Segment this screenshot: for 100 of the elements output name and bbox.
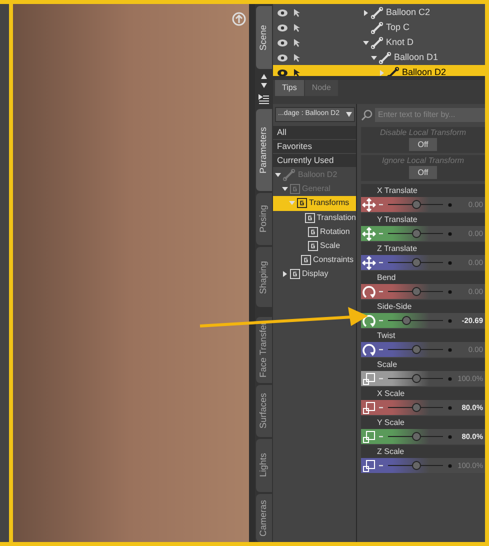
scene-row[interactable]: Balloon D1 bbox=[273, 50, 485, 65]
filter-item[interactable]: Favorites bbox=[273, 140, 356, 154]
slider-thumb[interactable] bbox=[412, 287, 420, 296]
bone-icon bbox=[379, 52, 391, 64]
side-tab[interactable]: Parameters bbox=[256, 108, 272, 192]
plus-icon[interactable] bbox=[448, 260, 452, 264]
minus-icon[interactable] bbox=[379, 436, 383, 438]
eye-icon[interactable] bbox=[277, 24, 288, 32]
arrow-up-icon[interactable] bbox=[232, 12, 246, 26]
plus-icon[interactable] bbox=[448, 434, 452, 438]
plus-icon[interactable] bbox=[448, 348, 452, 352]
group-icon bbox=[308, 226, 318, 237]
property-group-label: Scale bbox=[320, 240, 340, 252]
side-tab[interactable]: Lights bbox=[256, 439, 272, 492]
property-group-label: Rotation bbox=[320, 226, 350, 238]
scene-row[interactable]: Knot D bbox=[273, 35, 485, 50]
scale-icon bbox=[362, 400, 376, 414]
scene-item-label: Knot D bbox=[386, 36, 414, 49]
minus-icon[interactable] bbox=[379, 232, 383, 234]
slider-thumb[interactable] bbox=[412, 345, 420, 354]
side-tab[interactable]: Surfaces bbox=[256, 384, 272, 438]
toggle-button[interactable]: Off bbox=[409, 166, 437, 179]
slider-thumb[interactable] bbox=[412, 461, 420, 470]
side-tab[interactable]: Scene bbox=[256, 6, 272, 69]
scale-icon bbox=[362, 372, 376, 386]
move-icon bbox=[362, 256, 376, 270]
slider-thumb[interactable] bbox=[412, 432, 420, 441]
slider-thumb[interactable] bbox=[412, 229, 420, 238]
slider-label: Scale bbox=[361, 358, 485, 371]
rotate-icon bbox=[362, 284, 376, 298]
bone-icon bbox=[371, 22, 383, 34]
group-icon bbox=[301, 255, 311, 266]
toggle-label: Ignore Local Transform bbox=[380, 155, 466, 166]
scene-item-label: Top C bbox=[386, 20, 410, 34]
group-icon bbox=[290, 184, 300, 194]
plus-icon[interactable] bbox=[448, 406, 452, 410]
minus-icon[interactable] bbox=[379, 378, 383, 380]
scene-item-label: Balloon D1 bbox=[394, 50, 438, 64]
property-group-label: Constraints bbox=[313, 254, 354, 266]
minus-icon[interactable] bbox=[379, 262, 383, 264]
plus-icon[interactable] bbox=[448, 376, 452, 380]
scene-item-label: Balloon D2 bbox=[402, 66, 446, 76]
slider-thumb[interactable] bbox=[402, 316, 412, 325]
group-icon bbox=[290, 269, 300, 280]
minus-icon[interactable] bbox=[379, 406, 383, 408]
minus-icon[interactable] bbox=[379, 290, 383, 292]
caret-icon[interactable] bbox=[371, 54, 377, 60]
minus-icon[interactable] bbox=[379, 320, 383, 322]
property-group-label: Display bbox=[302, 268, 328, 280]
bone-icon bbox=[371, 36, 383, 48]
search-icon bbox=[361, 108, 373, 120]
plus-icon[interactable] bbox=[448, 318, 452, 322]
plus-icon[interactable] bbox=[448, 290, 452, 294]
side-tab[interactable]: Face Transfer bbox=[256, 316, 272, 383]
slider-thumb[interactable] bbox=[412, 403, 420, 412]
side-tab[interactable]: Posing bbox=[256, 193, 272, 246]
slider-label: Side-Side bbox=[361, 300, 485, 313]
filter-item[interactable]: Currently Used bbox=[273, 154, 356, 168]
move-icon bbox=[362, 198, 376, 212]
pane-tab[interactable]: Tips bbox=[275, 80, 304, 96]
toggle-button[interactable]: Off bbox=[409, 138, 437, 151]
rotate-icon bbox=[362, 342, 376, 356]
slider-label: Z Scale bbox=[361, 445, 485, 458]
plus-icon[interactable] bbox=[448, 202, 452, 206]
rotate-icon bbox=[362, 314, 376, 328]
group-icon bbox=[297, 198, 307, 208]
side-tab[interactable]: Cameras bbox=[256, 494, 272, 542]
caret-icon[interactable] bbox=[363, 40, 369, 46]
slider-label: Y Scale bbox=[361, 416, 485, 429]
filter-item[interactable]: All bbox=[273, 126, 356, 140]
slider-label: Y Translate bbox=[361, 213, 485, 226]
eye-icon[interactable] bbox=[277, 54, 288, 62]
slider-label: X Translate bbox=[361, 184, 485, 197]
slider-label: Twist bbox=[361, 329, 485, 342]
bone-icon bbox=[283, 169, 295, 182]
minus-icon[interactable] bbox=[379, 204, 383, 206]
up-down-arrows-icon[interactable] bbox=[260, 72, 268, 89]
scene-row[interactable]: Balloon D2 bbox=[273, 65, 485, 76]
scene-row[interactable]: Balloon C2 bbox=[273, 5, 485, 20]
property-group-label: Translation bbox=[316, 212, 356, 224]
toggle-label: Disable Local Transform bbox=[378, 127, 468, 138]
side-tab[interactable]: Shaping bbox=[256, 247, 272, 307]
list-icon[interactable] bbox=[258, 92, 270, 105]
scene-row[interactable]: Top C bbox=[273, 20, 485, 35]
eye-icon[interactable] bbox=[277, 8, 288, 16]
slider-thumb[interactable] bbox=[412, 200, 420, 209]
scene-item-label: Balloon C2 bbox=[386, 6, 430, 19]
slider-thumb[interactable] bbox=[412, 374, 420, 383]
slider-label: Z Translate bbox=[361, 242, 485, 255]
minus-icon[interactable] bbox=[379, 348, 383, 350]
caret-icon[interactable] bbox=[363, 10, 369, 16]
plus-icon[interactable] bbox=[448, 232, 452, 236]
minus-icon[interactable] bbox=[379, 464, 383, 466]
scale-icon bbox=[362, 430, 376, 444]
eye-icon[interactable] bbox=[277, 68, 288, 76]
eye-icon[interactable] bbox=[277, 38, 288, 46]
plus-icon[interactable] bbox=[448, 464, 452, 468]
slider-thumb[interactable] bbox=[412, 258, 420, 267]
property-group-label: Transforms bbox=[309, 197, 350, 210]
move-icon bbox=[362, 226, 376, 240]
